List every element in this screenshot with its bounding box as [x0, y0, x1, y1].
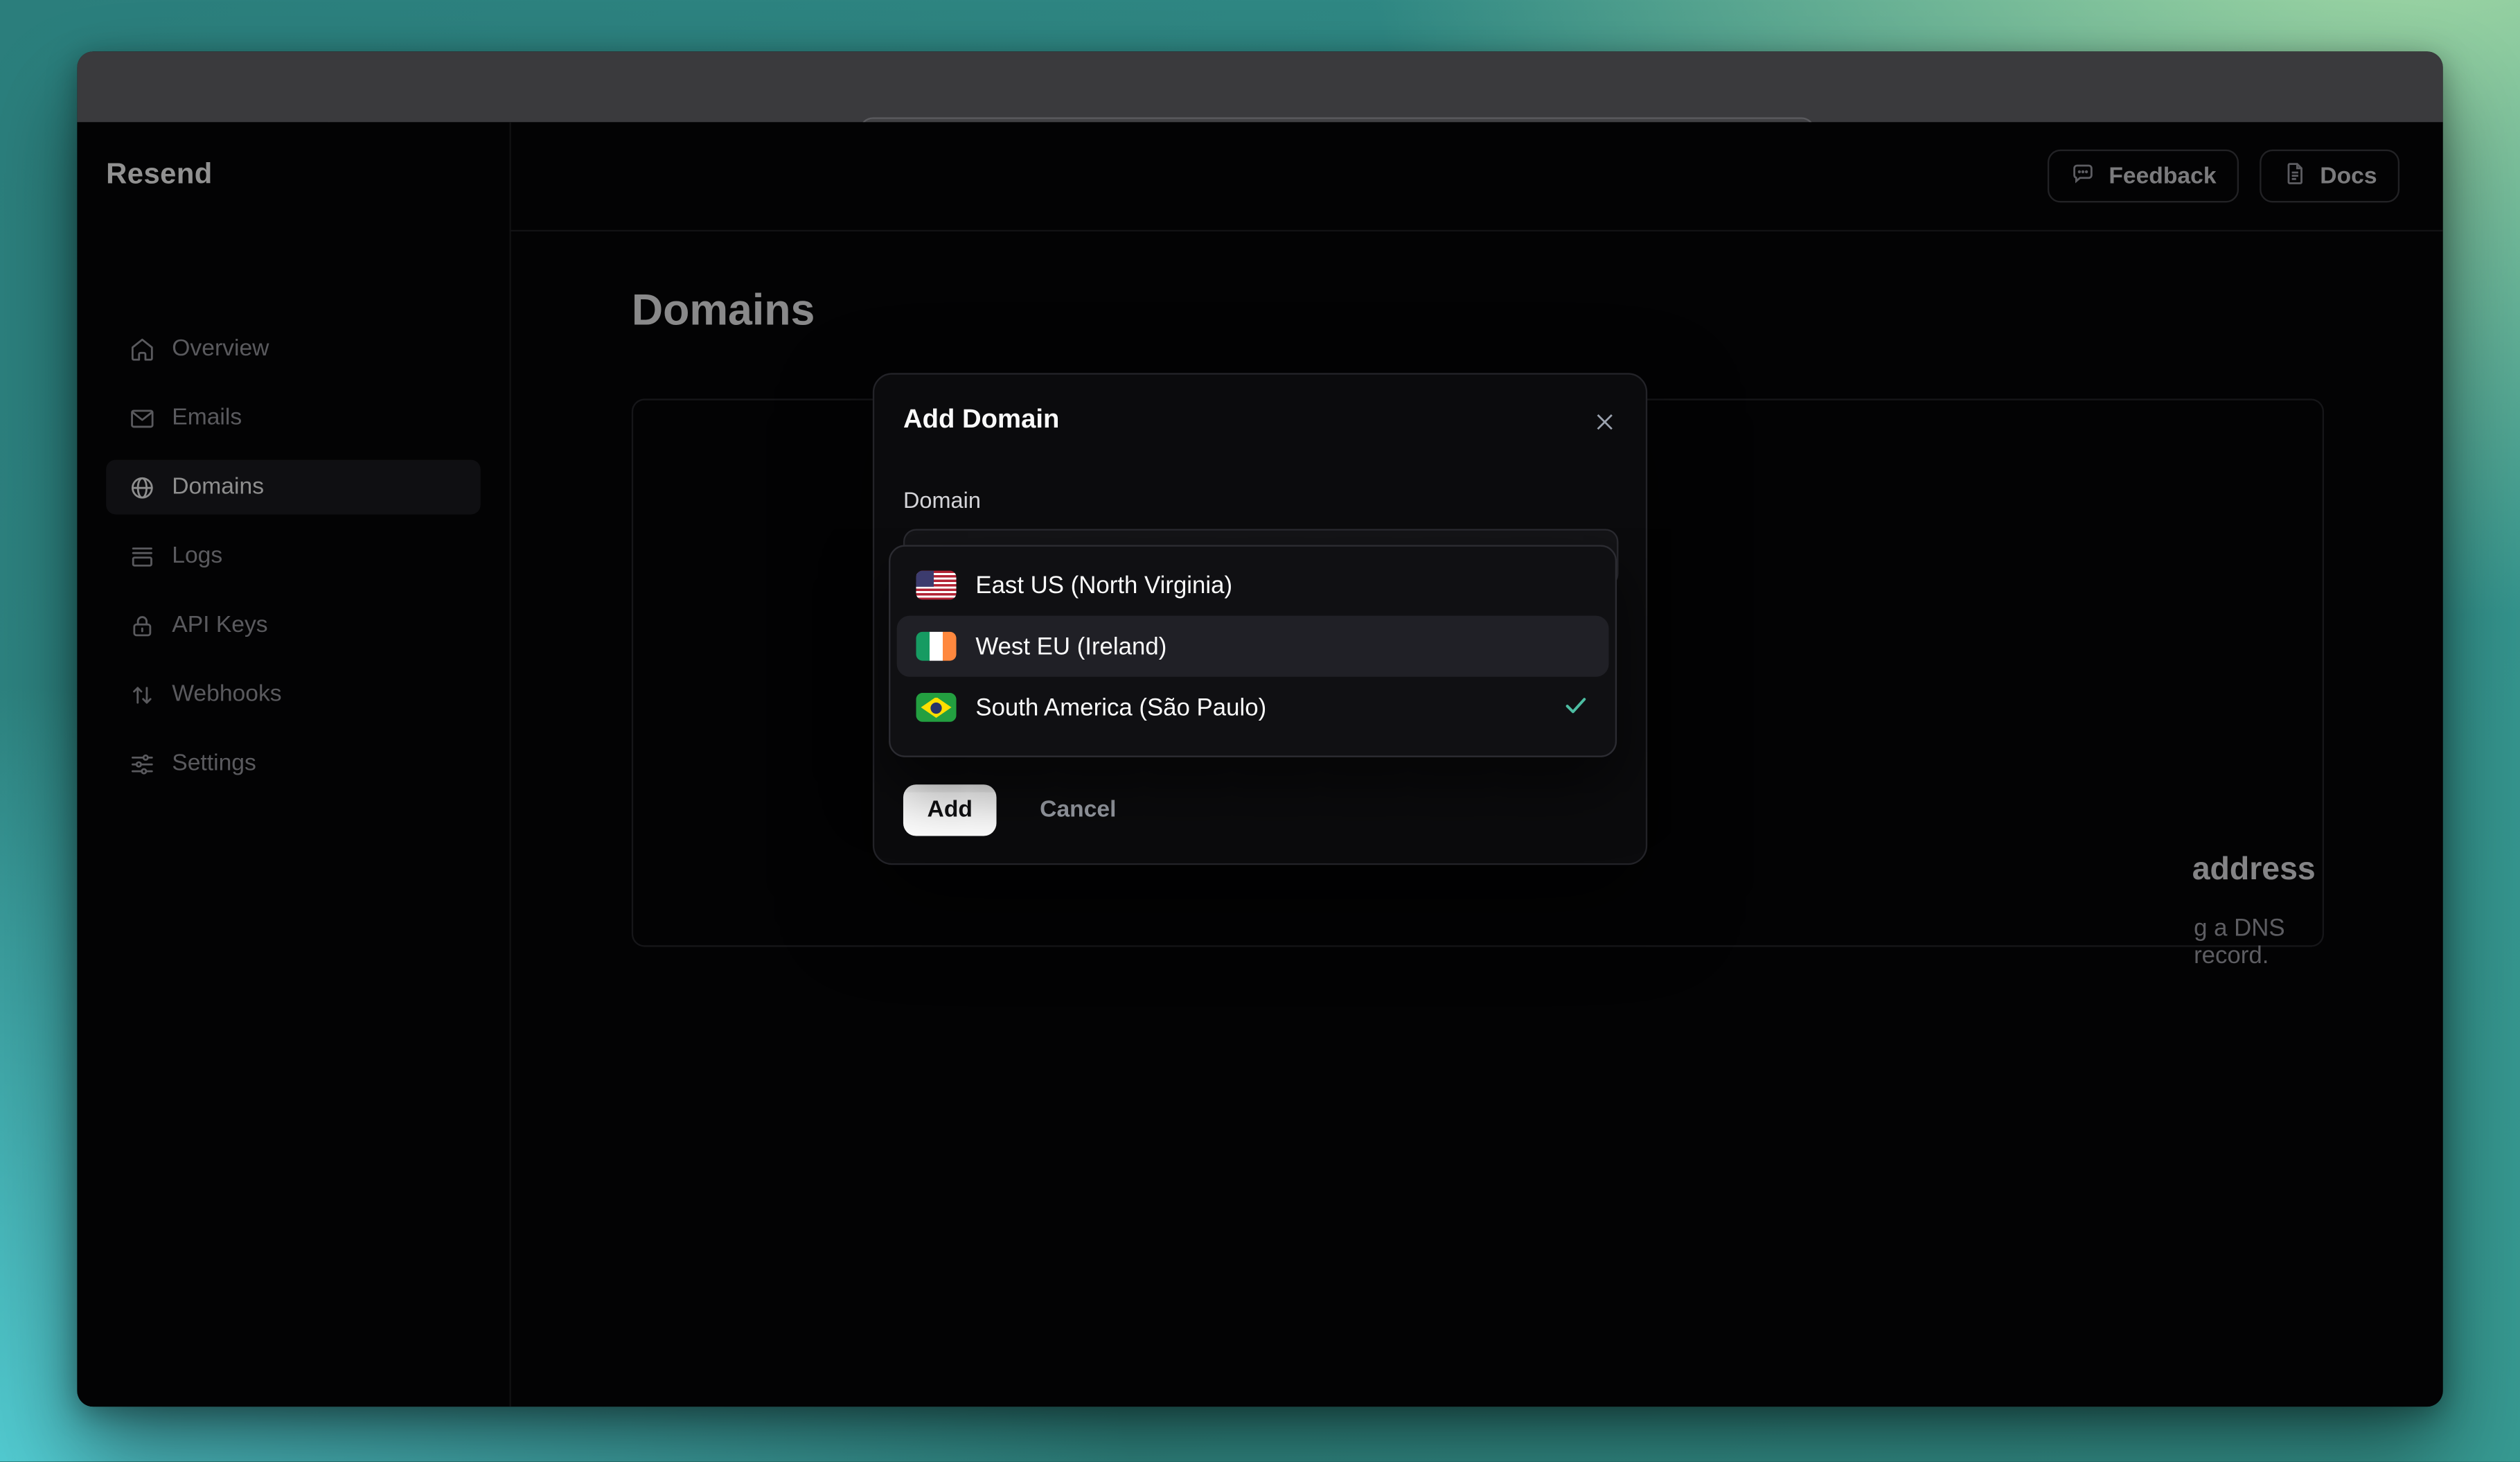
region-option[interactable]: South America (São Paulo)	[897, 677, 1609, 738]
cancel-button[interactable]: Cancel	[1030, 784, 1126, 836]
app-content: Resend Overview Emails Domains Logs API …	[77, 122, 2443, 1407]
check-icon	[1562, 691, 1589, 725]
ireland-flag-icon	[916, 631, 957, 661]
region-dropdown: East US (North Virginia) West EU (Irelan…	[889, 545, 1617, 757]
modal-title: Add Domain	[903, 405, 1060, 434]
add-button[interactable]: Add	[903, 784, 997, 836]
desktop-background: localhost	[0, 0, 2520, 1462]
browser-toolbar: localhost	[77, 51, 2443, 163]
browser-window: localhost	[77, 51, 2443, 1407]
us-flag-icon	[916, 570, 957, 600]
domain-field-label: Domain	[903, 487, 981, 513]
region-option[interactable]: West EU (Ireland)	[896, 615, 1609, 677]
region-option[interactable]: East US (North Virginia)	[897, 554, 1609, 615]
brazil-flag-icon	[916, 693, 957, 722]
close-icon[interactable]	[1588, 405, 1620, 437]
